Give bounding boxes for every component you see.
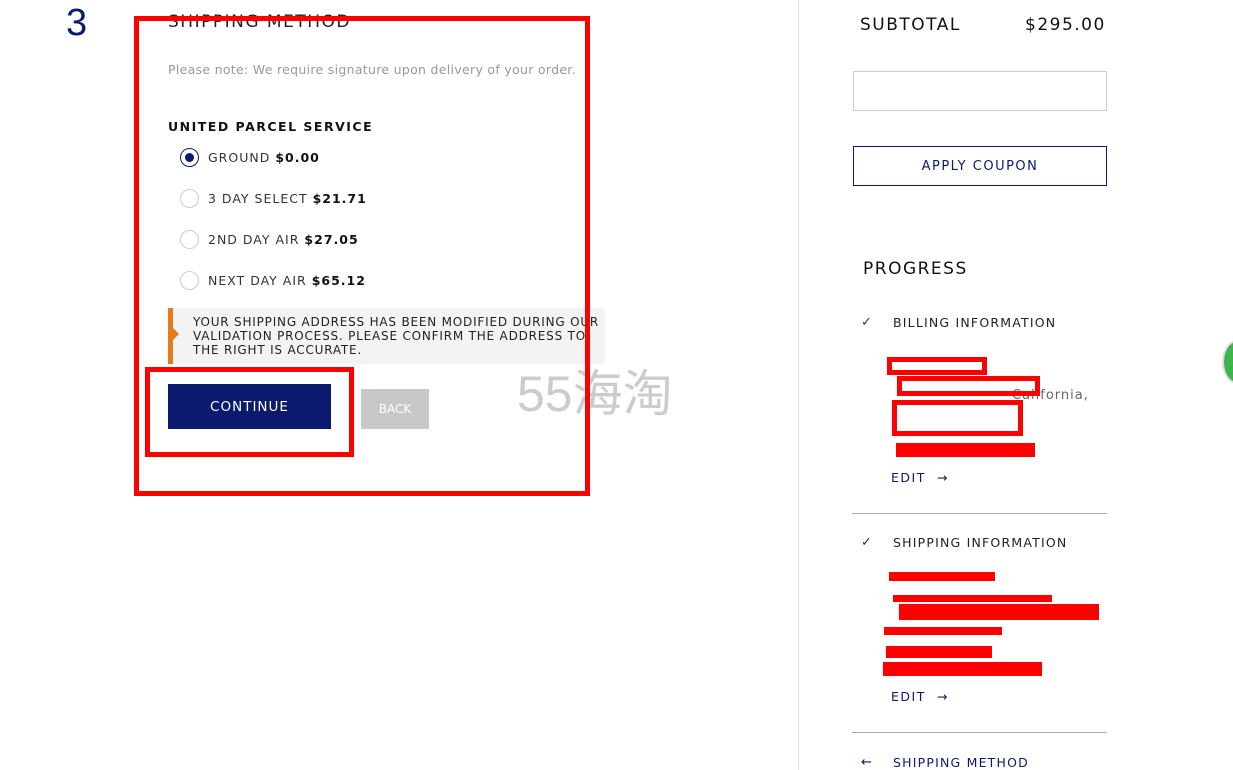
column-divider xyxy=(798,0,799,770)
redaction xyxy=(889,572,995,581)
redaction xyxy=(899,604,1099,620)
subtotal-value: $295.00 xyxy=(1025,15,1106,35)
subtotal-label: SUBTOTAL xyxy=(860,15,961,35)
coupon-input[interactable] xyxy=(853,71,1107,111)
edit-label: EDIT xyxy=(891,470,926,485)
divider xyxy=(852,513,1107,514)
redaction xyxy=(893,595,1052,602)
edit-billing-link[interactable]: EDIT → xyxy=(891,470,949,485)
step-number: 3 xyxy=(66,2,88,44)
check-icon: ✓ xyxy=(861,315,872,330)
shipping-info-title: SHIPPING INFORMATION xyxy=(893,535,1068,550)
chat-badge-icon[interactable] xyxy=(1222,340,1233,384)
arrow-right-icon: → xyxy=(931,470,949,485)
apply-coupon-button[interactable]: APPLY COUPON xyxy=(853,146,1107,186)
annotation-box xyxy=(145,367,354,457)
redaction xyxy=(892,400,1023,436)
arrow-right-icon: → xyxy=(931,689,949,704)
redaction xyxy=(886,646,992,658)
redaction xyxy=(884,627,1002,635)
shipping-method-step[interactable]: SHIPPING METHOD xyxy=(893,755,1029,770)
billing-info-title: BILLING INFORMATION xyxy=(893,315,1057,330)
redaction xyxy=(887,357,987,375)
progress-title: PROGRESS xyxy=(863,259,968,279)
redaction xyxy=(896,443,1035,457)
check-icon: ✓ xyxy=(861,535,872,550)
redaction xyxy=(883,662,1042,676)
edit-label: EDIT xyxy=(891,689,926,704)
arrow-left-icon: ← xyxy=(861,755,872,770)
redaction xyxy=(897,376,1040,396)
edit-shipping-link[interactable]: EDIT → xyxy=(891,689,949,704)
divider xyxy=(852,732,1107,733)
